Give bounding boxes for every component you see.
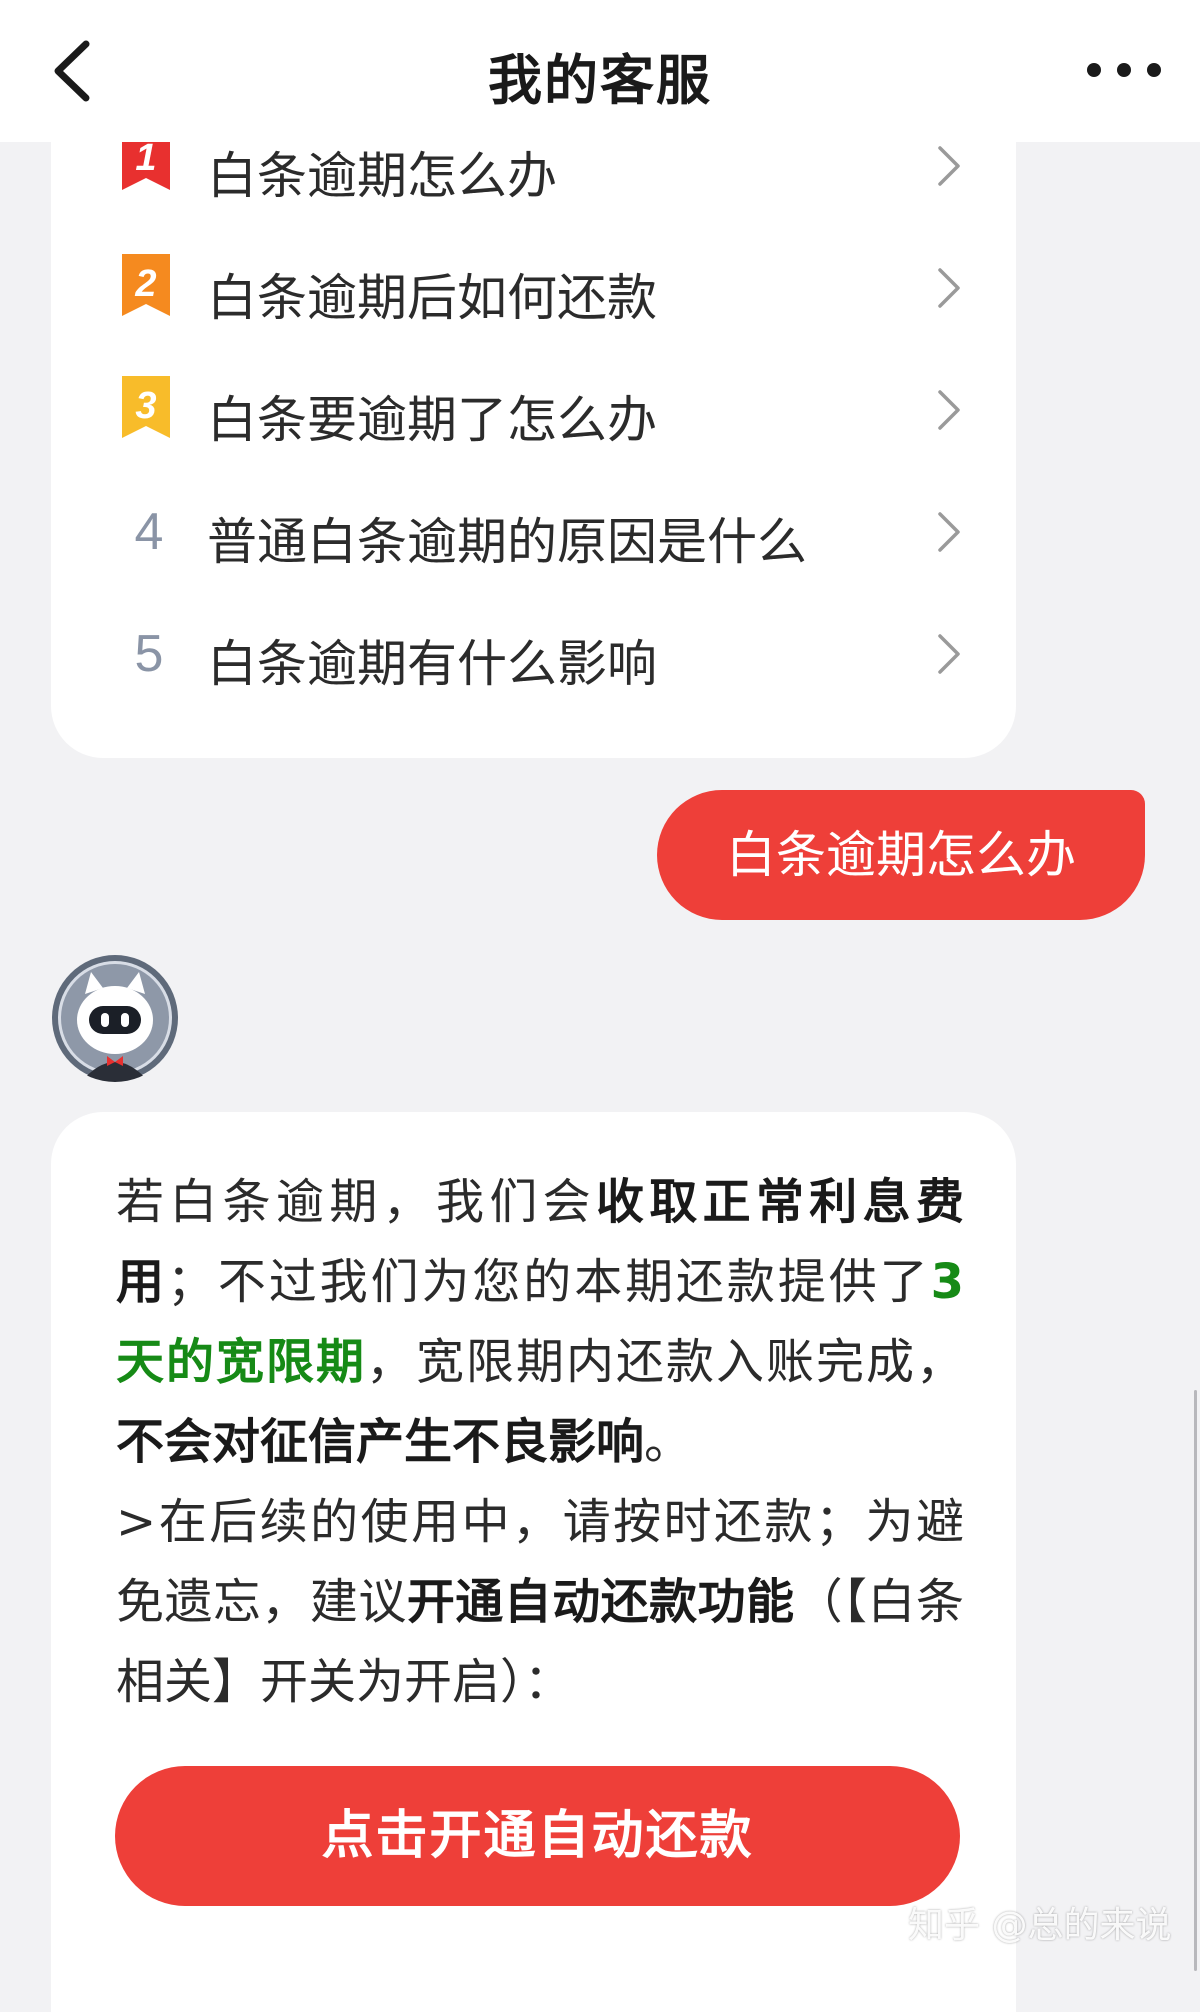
answer-text: 若白条逾期，我们会 <box>116 1174 596 1230</box>
top-nav-bar: 我的客服 <box>0 0 1200 142</box>
faq-item-5[interactable]: 5 白条逾期有什么影响 <box>51 592 1016 714</box>
robot-avatar-icon[interactable] <box>51 954 179 1082</box>
page-title: 我的客服 <box>488 49 712 112</box>
faq-item-4[interactable]: 4 普通白条逾期的原因是什么 <box>51 470 1016 592</box>
faq-item-label: 白条逾期有什么影响 <box>207 635 657 693</box>
answer-text: 。 <box>644 1414 693 1470</box>
answer-text: ；不过我们为您的本期还款提供了 <box>166 1254 931 1310</box>
rank-badge-icon: 2 <box>122 254 170 316</box>
chevron-right-icon <box>938 268 960 308</box>
rank-badge-number: 3 <box>135 385 156 427</box>
bot-answer-text: 若白条逾期，我们会收取正常利息费用；不过我们为您的本期还款提供了3天的宽限期，宽… <box>116 1162 964 1722</box>
chevron-right-icon <box>938 146 960 186</box>
chevron-right-icon <box>938 512 960 552</box>
scrollbar[interactable] <box>1194 1390 1197 1971</box>
watermark: 知乎 @总的来说 <box>908 1905 1172 1946</box>
faq-item-3[interactable]: 3 白条要逾期了怎么办 <box>51 348 1016 470</box>
enable-auto-repay-button[interactable]: 点击开通自动还款 <box>115 1766 960 1906</box>
faq-item-label: 白条要逾期了怎么办 <box>207 391 657 449</box>
bot-answer-card: 若白条逾期，我们会收取正常利息费用；不过我们为您的本期还款提供了3天的宽限期，宽… <box>51 1112 1016 2012</box>
faq-item-label: 白条逾期后如何还款 <box>207 269 657 327</box>
faq-item-2[interactable]: 2 白条逾期后如何还款 <box>51 226 1016 348</box>
faq-item-label: 白条逾期怎么办 <box>207 147 557 205</box>
answer-bold-text: 开通自动还款功能 <box>406 1574 795 1630</box>
rank-number: 5 <box>134 625 164 683</box>
faq-item-label: 普通白条逾期的原因是什么 <box>207 513 807 571</box>
rank-badge-number: 1 <box>135 137 156 179</box>
answer-text: ，宽限期内还款入账完成， <box>366 1334 964 1390</box>
more-dots-icon[interactable] <box>1084 52 1164 88</box>
rank-badge-number: 2 <box>134 263 156 305</box>
rank-number: 4 <box>134 503 164 561</box>
user-message-bubble: 白条逾期怎么办 <box>657 790 1145 920</box>
chevron-right-icon <box>938 390 960 430</box>
answer-bold-text: 不会对征信产生不良影响 <box>116 1414 645 1470</box>
rank-badge-icon: 3 <box>122 376 170 438</box>
faq-card: 1 白条逾期怎么办 2 白条逾期后如何还款 3 白条要逾期了怎么办 4 普通白条… <box>51 100 1016 758</box>
chevron-right-icon <box>938 634 960 674</box>
